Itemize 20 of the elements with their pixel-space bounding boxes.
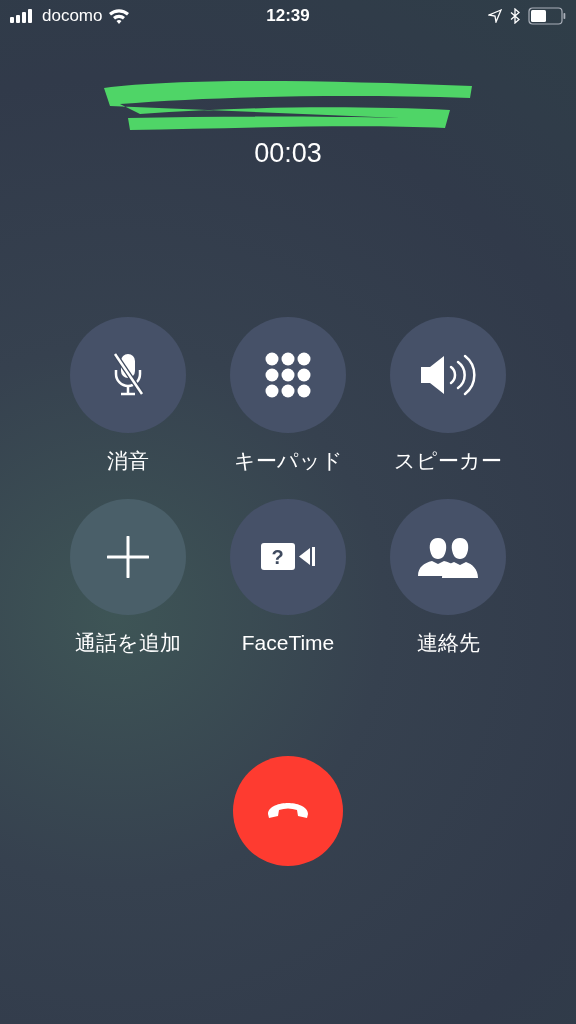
call-option-label: 消音 bbox=[107, 448, 149, 474]
call-option-label: 通話を追加 bbox=[75, 629, 181, 656]
call-option-label: FaceTime bbox=[241, 629, 335, 656]
call-option-label: 連絡先 bbox=[416, 629, 480, 656]
contacts-icon bbox=[418, 535, 478, 578]
call-option-label: キーパッド bbox=[233, 448, 343, 474]
status-time: 12:39 bbox=[266, 5, 310, 28]
plus-icon bbox=[107, 535, 149, 578]
bluetooth-icon bbox=[510, 8, 520, 24]
wifi-icon bbox=[108, 8, 131, 24]
location-arrow-icon bbox=[488, 9, 502, 23]
carrier-name: docomo bbox=[42, 5, 103, 28]
call-option-label: スピーカー bbox=[394, 448, 502, 474]
battery-icon bbox=[528, 7, 566, 25]
call-option-button[interactable]: ? bbox=[230, 498, 346, 615]
phone-hang-up-icon bbox=[266, 802, 310, 820]
speaker-icon bbox=[419, 352, 477, 398]
muted-microphone-icon bbox=[111, 352, 145, 398]
call-duration: 00:03 bbox=[254, 140, 322, 167]
keypad-icon bbox=[265, 352, 311, 398]
